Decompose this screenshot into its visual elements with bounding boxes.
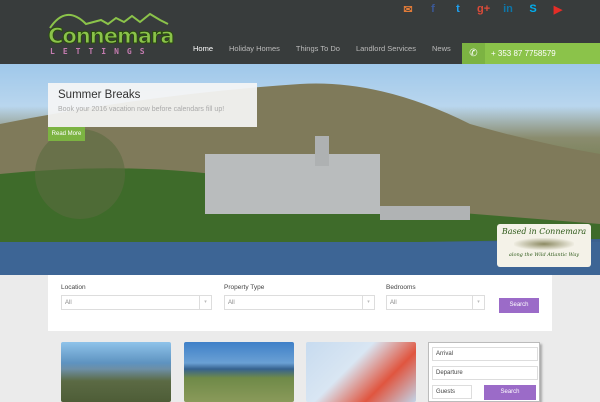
twitter-icon[interactable]: t — [452, 3, 464, 16]
phone-box[interactable]: ✆ + 353 87 7758579 — [462, 43, 600, 64]
nav-item-home[interactable]: Home — [193, 44, 213, 53]
connemara-badge: Based in Connemara along the Wild Atlant… — [497, 224, 591, 267]
facebook-icon[interactable]: f — [427, 3, 439, 16]
nav-item-landlord-services[interactable]: Landlord Services — [356, 44, 416, 53]
location-select[interactable]: All ▾ — [61, 295, 212, 310]
chevron-down-icon: ▾ — [199, 296, 211, 309]
location-label: Location — [61, 284, 86, 291]
search-button[interactable]: Search — [499, 298, 539, 313]
booking-search-button[interactable]: Search — [484, 385, 536, 400]
bedrooms-label: Bedrooms — [386, 284, 416, 291]
social-links: ✉ f t g+ in S ▶ — [402, 3, 564, 16]
property-card-coast-house[interactable] — [61, 342, 171, 402]
nav-item-holiday-homes[interactable]: Holiday Homes — [229, 44, 280, 53]
property-search: Location All ▾ Property Type All ▾ Bedroom… — [48, 275, 552, 331]
logo-word: Connemara — [48, 24, 176, 49]
location-value: All — [65, 300, 72, 306]
chevron-down-icon: ▾ — [472, 296, 484, 309]
logo-sub: LETTINGS — [50, 47, 153, 56]
arrival-input[interactable]: Arrival — [432, 347, 538, 361]
slide-title: Summer Breaks — [58, 89, 141, 101]
location-field: Location All ▾ — [61, 284, 212, 310]
property-card-couple[interactable] — [306, 342, 416, 402]
phone-number: + 353 87 7758579 — [491, 49, 556, 58]
linkedin-icon[interactable]: in — [502, 3, 514, 16]
guests-select[interactable]: Guests — [432, 385, 472, 399]
read-more-button[interactable]: Read More — [48, 127, 85, 141]
nav-item-things-to-do[interactable]: Things To Do — [296, 44, 340, 53]
nav-item-news[interactable]: News — [432, 44, 451, 53]
guests-value: Guests — [436, 389, 456, 395]
email-icon[interactable]: ✉ — [402, 3, 414, 16]
skype-icon[interactable]: S — [527, 3, 539, 16]
hero-slider[interactable]: Summer Breaks Book your 2016 vacation no… — [0, 64, 600, 275]
property-type-field: Property Type All ▾ — [224, 284, 375, 310]
bedrooms-field: Bedrooms All ▾ — [386, 284, 485, 310]
phone-icon: ✆ — [462, 43, 485, 64]
property-type-label: Property Type — [224, 284, 265, 291]
badge-image — [514, 238, 574, 250]
bedrooms-select[interactable]: All ▾ — [386, 295, 485, 310]
youtube-icon[interactable]: ▶ — [552, 3, 564, 16]
slide-caption: Summer Breaks Book your 2016 vacation no… — [48, 83, 257, 127]
logo[interactable]: Connemara LETTINGS — [46, 8, 176, 58]
booking-widget: Arrival Departure Guests Search — [428, 342, 540, 402]
departure-input[interactable]: Departure — [432, 366, 538, 380]
main-nav: Home Holiday Homes Things To Do Landlord Se… — [193, 44, 493, 53]
badge-bottom: along the Wild Atlantic Way — [508, 252, 580, 258]
chevron-down-icon: ▾ — [362, 296, 374, 309]
property-card-stile[interactable] — [184, 342, 294, 402]
badge-top: Based in Connemara — [501, 227, 587, 236]
slide-subtitle: Book your 2016 vacation now before calen… — [58, 106, 225, 113]
property-type-value: All — [228, 300, 235, 306]
google-plus-icon[interactable]: g+ — [477, 3, 490, 16]
property-type-select[interactable]: All ▾ — [224, 295, 375, 310]
header: Connemara LETTINGS ✉ f t g+ in S ▶ Home Holiday… — [0, 0, 600, 64]
bedrooms-value: All — [390, 300, 397, 306]
